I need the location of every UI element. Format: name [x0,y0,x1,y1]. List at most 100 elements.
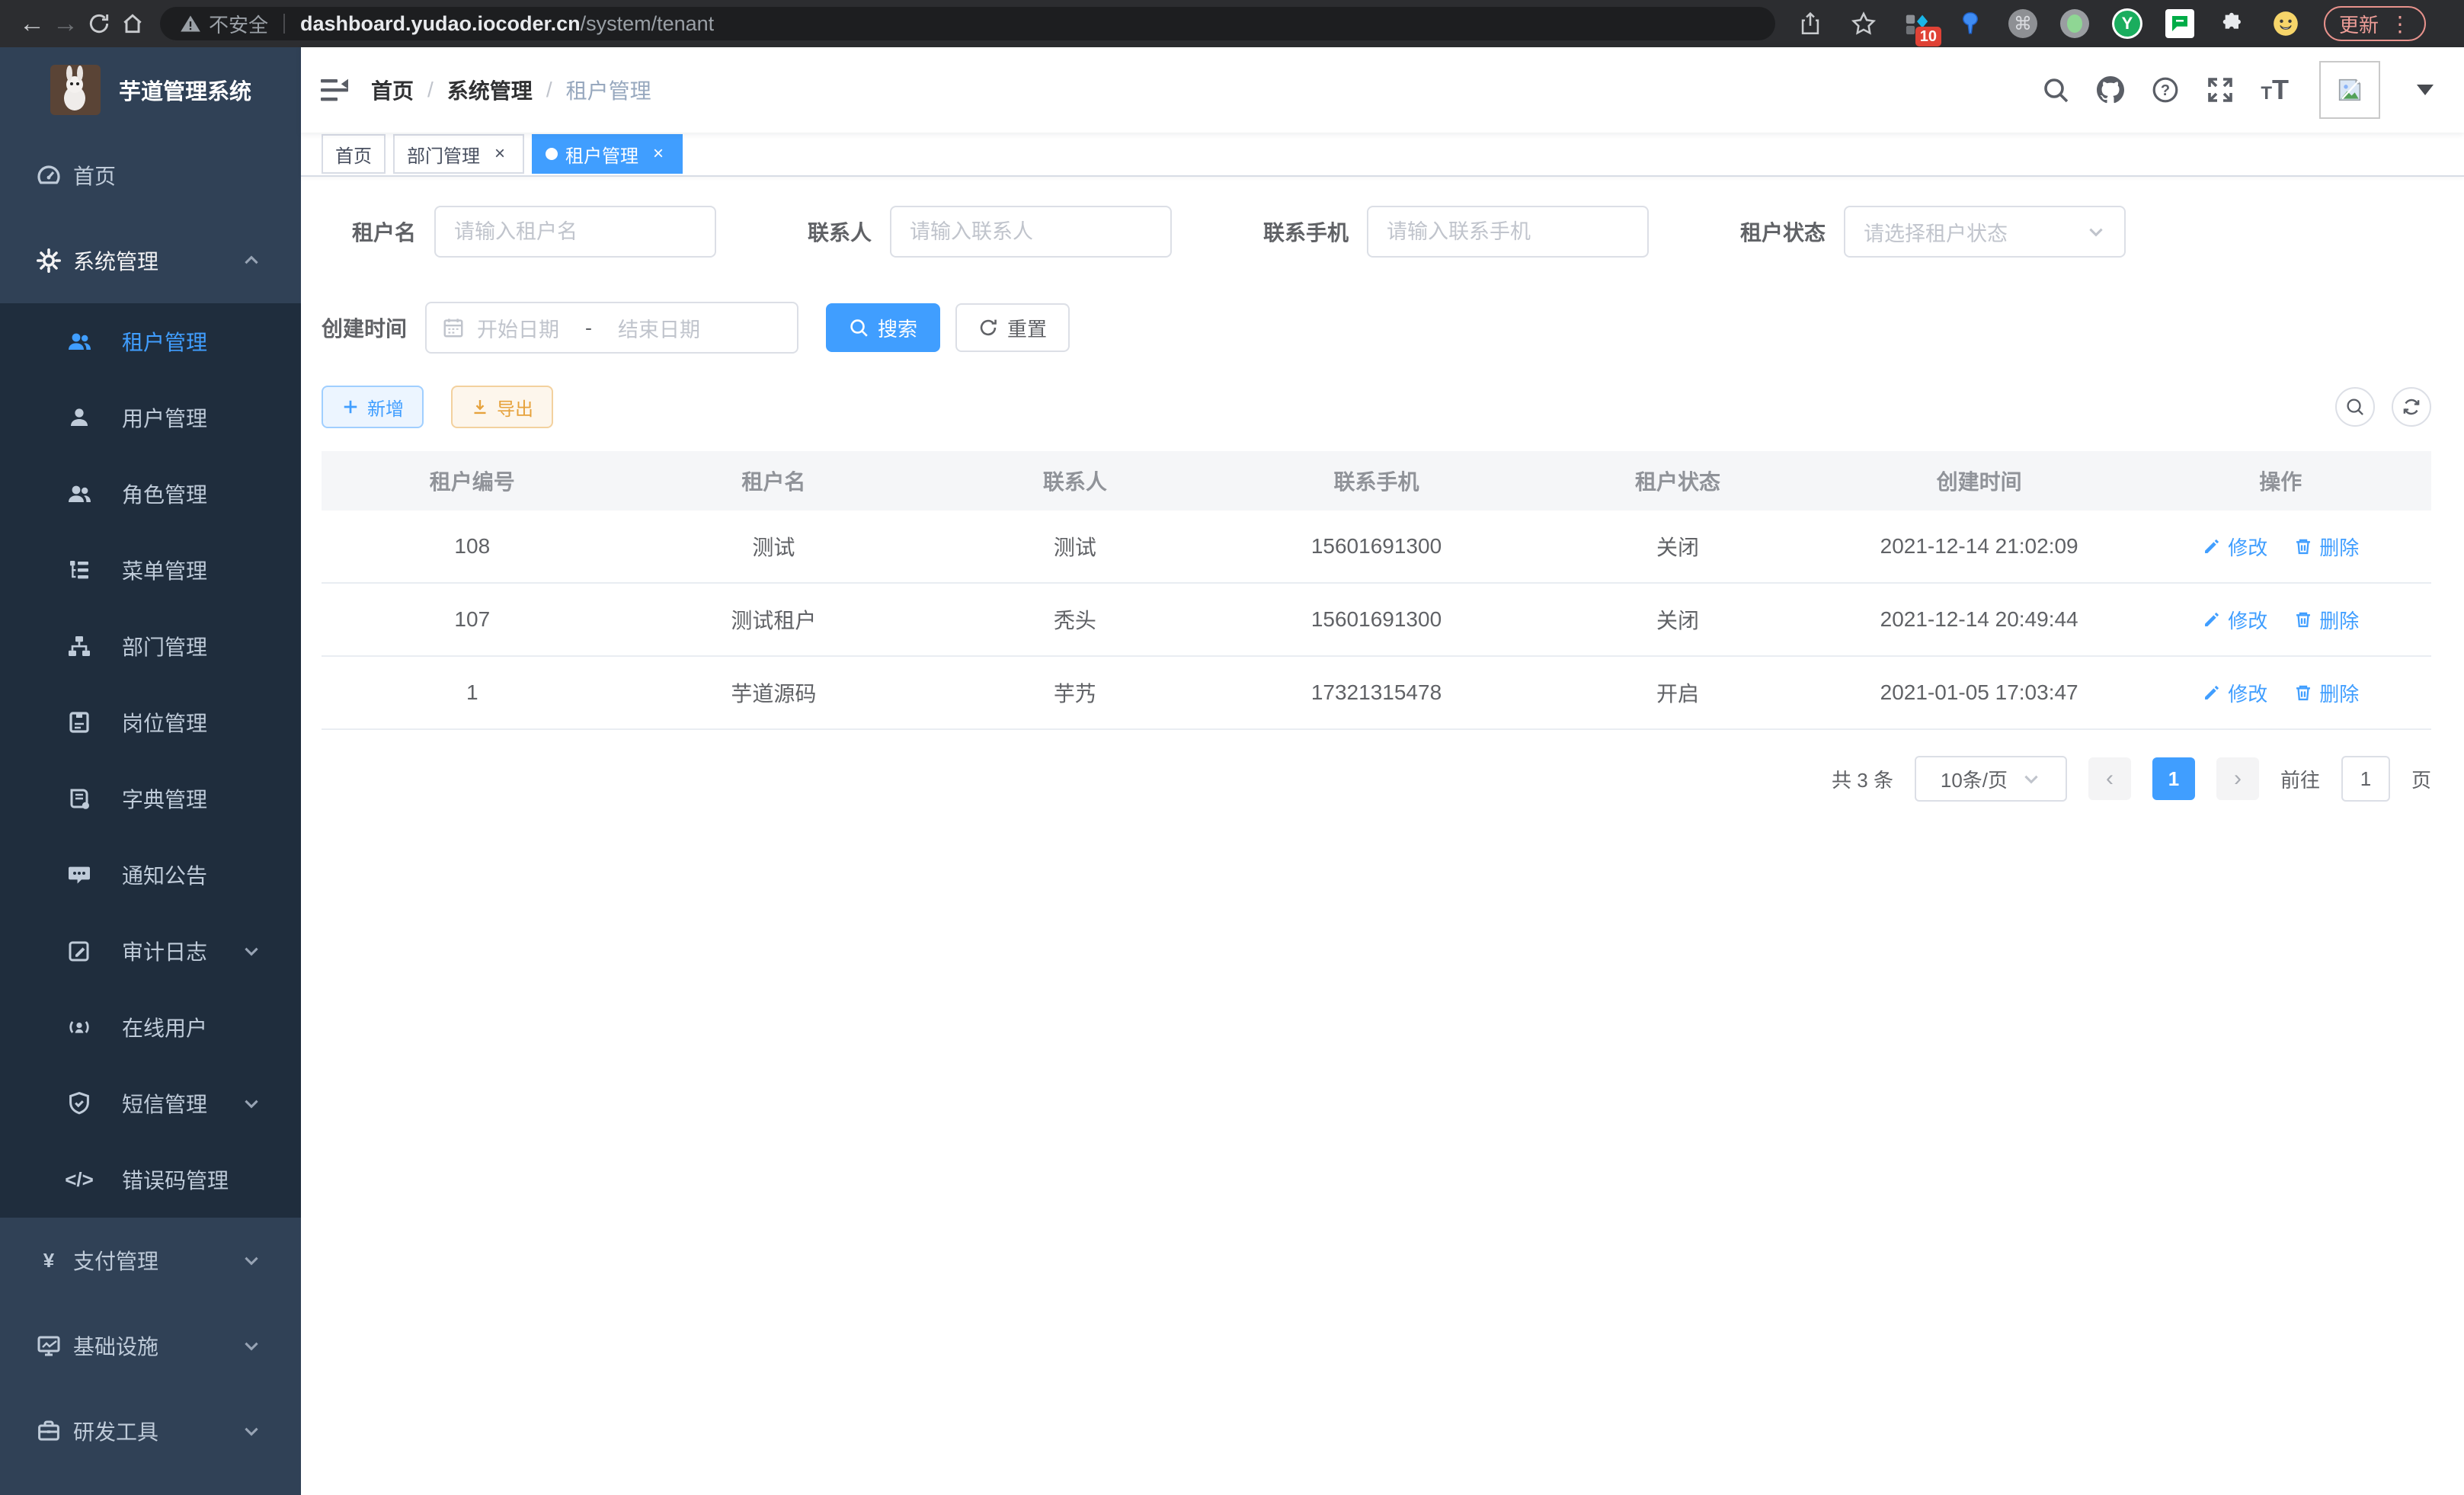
sidebar-item-label: 系统管理 [73,245,158,276]
browser-forward-icon[interactable]: → [49,7,82,40]
avatar[interactable] [2319,61,2380,119]
edit-link[interactable]: 修改 [2202,679,2267,707]
row-actions: 修改 删除 [2130,606,2431,634]
sidebar-item-dept[interactable]: 部门管理 [0,608,301,684]
sidebar-item-sms[interactable]: 短信管理 [0,1065,301,1141]
address-bar[interactable]: 不安全 dashboard.yudao.iocoder.cn /system/t… [160,7,1775,40]
fullscreen-icon[interactable] [2206,75,2235,104]
browser-update-button[interactable]: 更新 ⋮ [2324,6,2426,41]
add-button[interactable]: 新增 [322,386,424,428]
sidebar-item-pay[interactable]: ¥ 支付管理 [0,1218,301,1303]
status-label: 租户状态 [1740,216,1826,247]
goto-page-input[interactable] [2341,756,2390,802]
delete-link[interactable]: 删除 [2293,606,2359,634]
sidebar-item-dict[interactable]: 字典管理 [0,760,301,837]
goto-label: 前往 [2280,765,2320,793]
tab-dept[interactable]: 部门管理 × [393,134,524,174]
browser-back-icon[interactable]: ← [15,7,49,40]
share-icon[interactable] [1795,8,1826,39]
end-date-placeholder: 结束日期 [618,313,700,343]
column-header: 联系手机 [1226,466,1528,496]
tenant-id: 107 [322,607,623,632]
breadcrumb-home[interactable]: 首页 [371,75,414,105]
sidebar-item-home[interactable]: 首页 [0,133,301,218]
sidebar-item-menu[interactable]: 菜单管理 [0,532,301,608]
chat-extension-icon[interactable] [2165,9,2194,38]
y-extension-icon[interactable]: Y [2112,8,2142,39]
created-label: 创建时间 [322,312,407,343]
toolbox-icon [37,1419,61,1443]
status-select[interactable]: 请选择租户状态 [1844,206,2126,258]
font-size-icon[interactable]: TT [2261,77,2289,103]
sidebar-item-audit-log[interactable]: 审计日志 [0,913,301,989]
caret-down-icon[interactable] [2417,85,2434,95]
menu-tree-icon [67,558,91,582]
github-icon[interactable] [2096,75,2125,104]
profile-avatar-icon[interactable] [2270,8,2301,39]
recorder-extension-icon[interactable] [2060,9,2089,38]
sidebar-item-infra[interactable]: 基础设施 [0,1303,301,1388]
sidebar-item-label: 角色管理 [122,479,207,509]
close-icon[interactable]: × [489,143,510,165]
sidebar-item-tenant[interactable]: 租户管理 [0,303,301,379]
dictionary-icon [67,786,91,811]
column-header: 租户名 [623,466,925,496]
sidebar-item-post[interactable]: 岗位管理 [0,684,301,760]
page-1-button[interactable]: 1 [2152,757,2195,800]
help-icon[interactable]: ? [2151,75,2180,104]
sidebar-toggle-icon[interactable] [319,75,350,105]
reset-button-label: 重置 [1007,314,1047,342]
gear-icon [37,248,61,273]
app-logo-row[interactable]: 芋道管理系统 [0,47,301,133]
contact-input[interactable] [890,206,1172,258]
bookmark-star-icon[interactable] [1848,8,1879,39]
tenant-created: 2021-01-05 17:03:47 [1829,680,2130,705]
next-page-button[interactable]: › [2216,757,2259,800]
delete-link[interactable]: 删除 [2293,679,2359,707]
tab-tenant[interactable]: 租户管理 × [532,134,683,174]
extension-collector-icon[interactable]: 10 [1902,8,1932,39]
date-range-picker[interactable]: 开始日期 - 结束日期 [425,302,798,354]
mobile-label: 联系手机 [1263,216,1349,247]
sidebar-item-system[interactable]: 系统管理 [0,218,301,303]
close-icon[interactable]: × [648,143,669,165]
sidebar-item-online-users[interactable]: 在线用户 [0,989,301,1065]
browser-reload-icon[interactable] [82,7,116,40]
url-host: dashboard.yudao.iocoder.cn [300,12,581,36]
sidebar-item-role[interactable]: 角色管理 [0,456,301,532]
show-search-icon-button[interactable] [2335,387,2375,427]
sidebar-item-label: 通知公告 [122,860,207,890]
security-label: 不安全 [209,10,268,38]
sidebar-item-label: 审计日志 [122,936,207,966]
prev-page-button[interactable]: ‹ [2088,757,2131,800]
search-button[interactable]: 搜索 [826,303,940,352]
extension-badge: 10 [1915,27,1941,46]
tenant-id: 108 [322,534,623,559]
tenant-name-input[interactable] [434,206,716,258]
page-size-select[interactable]: 10条/页 [1915,756,2067,802]
delete-link[interactable]: 删除 [2293,533,2359,561]
browser-menu-icon[interactable]: ⋮ [2389,11,2411,37]
header-search-icon[interactable] [2041,75,2070,104]
browser-home-icon[interactable] [116,7,149,40]
reset-button[interactable]: 重置 [955,303,1070,352]
edit-link[interactable]: 修改 [2202,606,2267,634]
refresh-icon-button[interactable] [2392,387,2431,427]
sidebar-item-user[interactable]: 用户管理 [0,379,301,456]
app-logo [50,65,101,115]
export-button[interactable]: 导出 [451,386,553,428]
balloon-extension-icon[interactable] [1955,8,1986,39]
tenant-created: 2021-12-14 20:49:44 [1829,607,2130,632]
mobile-input[interactable] [1367,206,1649,258]
sidebar-item-notice[interactable]: 通知公告 [0,837,301,913]
sidebar-item-errcode[interactable]: </> 错误码管理 [0,1141,301,1218]
breadcrumb-separator: / [546,78,552,102]
users-icon [67,482,91,506]
puzzle-extensions-icon[interactable] [2217,8,2248,39]
edit-link[interactable]: 修改 [2202,533,2267,561]
tab-home[interactable]: 首页 [322,134,386,174]
breadcrumb-system[interactable]: 系统管理 [447,75,533,105]
command-extension-icon[interactable]: ⌘ [2008,9,2037,38]
sidebar-item-label: 首页 [73,160,116,190]
sidebar-item-devtools[interactable]: 研发工具 [0,1388,301,1474]
